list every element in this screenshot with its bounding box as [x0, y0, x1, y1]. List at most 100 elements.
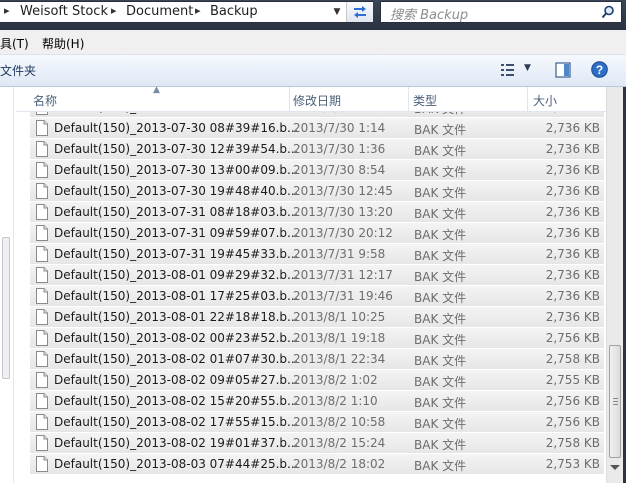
search-placeholder[interactable]: 搜索 Backup — [390, 4, 468, 23]
file-name[interactable]: Default(150)_2013-08-02 09#05#27.b... — [54, 373, 298, 387]
file-modified-date: 2013/7/30 1:14 — [293, 121, 386, 135]
file-row[interactable]: Default(150)_2013-08-02 01#07#30.b... 201… — [30, 349, 604, 370]
file-row[interactable]: Default(150)_2013-08-03 07#44#25.b... 201… — [30, 454, 604, 475]
breadcrumb-separator[interactable]: ▸ — [195, 4, 201, 17]
file-row[interactable]: Default(150)_2013-08-01 22#18#18.b... 201… — [30, 307, 604, 328]
scrollbar-thumb[interactable] — [609, 345, 621, 458]
file-name[interactable]: Default(150)_2013-07-30 08#39#16.b... — [54, 121, 298, 135]
file-row[interactable]: Default(150)_2013-08-02 00#23#52.b... 201… — [30, 328, 604, 349]
file-icon — [36, 225, 48, 241]
file-icon — [36, 351, 48, 367]
file-name[interactable]: Default(150)_2013-07-30 19#48#40.b... — [54, 184, 298, 198]
preview-pane-icon[interactable] — [555, 62, 571, 78]
file-modified-date: 2013/7/30 12:45 — [293, 184, 393, 198]
file-row[interactable]: Default(150)_2013-08-02 19#01#37.b... 201… — [30, 433, 604, 454]
file-name[interactable]: Default(150)_2013-07-31 19#45#33.b... — [54, 247, 298, 261]
file-name[interactable]: Default(150)_2013-08-02 00#23#52.b... — [54, 331, 298, 345]
file-row[interactable]: Default(150)_2013-08-01 17#25#03.b... 201… — [30, 286, 604, 307]
file-row[interactable]: Default(150)_2013-08-02 15#20#55.b... 201… — [30, 391, 604, 412]
file-icon — [36, 141, 48, 157]
file-name[interactable]: Default(150)_2013-08-03 07#44#25.b... — [54, 457, 298, 471]
chevron-down-icon: ▼ — [333, 7, 341, 17]
file-row[interactable]: Default(150)_2013-07-30 19#48#40.b... 201… — [30, 181, 604, 202]
file-name[interactable]: Default(150)_2013-08-02 15#20#55.b... — [54, 394, 298, 408]
file-row[interactable]: Default(150)_2013-07-31 08#18#03.b... 201… — [30, 202, 604, 223]
menu-help[interactable]: 帮助(H) — [42, 35, 84, 52]
file-name[interactable]: Default(150)_2013-08-01 22#18#18.b... — [54, 310, 298, 324]
file-name[interactable]: Default(150)_2013-07-31 08#18#03.b... — [54, 205, 298, 219]
breadcrumb-separator[interactable]: ▸ — [4, 4, 10, 17]
file-row[interactable]: Default(150)_2013-07-30 13#00#09.b... 201… — [30, 160, 604, 181]
menu-tools[interactable]: 具(T) — [0, 35, 29, 52]
column-header-type[interactable]: 类型 — [413, 92, 437, 109]
column-divider[interactable] — [289, 87, 290, 111]
column-header-date[interactable]: 修改日期 — [293, 92, 341, 109]
chevron-down-icon[interactable]: ▼ — [524, 63, 531, 73]
file-name[interactable]: Default(150)_2013-08-01 09#29#32.b... — [54, 268, 298, 282]
file-icon — [36, 120, 48, 136]
svg-text:?: ? — [596, 63, 603, 77]
file-size: 2,758 KB — [545, 352, 600, 366]
file-list: Default(150)_2013-07-30 01#34#36.b... 201… — [16, 112, 606, 483]
file-modified-date: 2013/7/30 8:54 — [293, 163, 386, 177]
search-box[interactable]: 搜索 Backup — [380, 1, 622, 23]
file-size: 2,736 KB — [545, 121, 600, 135]
file-row[interactable]: Default(150)_2013-08-02 17#55#15.b... 201… — [30, 412, 604, 433]
file-name[interactable]: Default(150)_2013-07-30 01#34#36.b... — [54, 112, 298, 114]
file-row[interactable]: Default(150)_2013-07-30 12#39#54.b... 201… — [30, 139, 604, 160]
file-list-pane: ▲ 名称 修改日期 类型 大小 Default(150)_2013-07-30 … — [0, 85, 626, 483]
file-type: BAK 文件 — [414, 438, 467, 452]
file-modified-date: 2013/7/31 19:46 — [293, 289, 393, 303]
file-size: 2,736 KB — [545, 142, 600, 156]
file-row[interactable]: Default(150)_2013-07-30 08#39#16.b... 201… — [30, 118, 604, 139]
file-name[interactable]: Default(150)_2013-08-02 01#07#30.b... — [54, 352, 298, 366]
address-dropdown-button[interactable]: ▼ — [327, 2, 347, 22]
search-icon[interactable] — [601, 5, 615, 19]
file-modified-date: 2013/8/2 1:10 — [293, 394, 378, 408]
vertical-scrollbar[interactable] — [606, 87, 624, 483]
file-name[interactable]: Default(150)_2013-08-02 19#01#37.b... — [54, 436, 298, 450]
navigation-pane-edge — [0, 87, 14, 483]
breadcrumb-weisoft-stock[interactable]: Weisoft Stock — [20, 4, 108, 19]
column-header-name[interactable]: 名称 — [33, 92, 57, 109]
thumb-grip — [613, 401, 618, 402]
file-row[interactable]: Default(150)_2013-07-31 09#59#07.b... 201… — [30, 223, 604, 244]
refresh-button[interactable] — [346, 2, 373, 22]
scroll-down-arrow-icon[interactable] — [610, 465, 620, 470]
file-size: 2,736 KB — [546, 112, 600, 114]
file-icon — [36, 456, 48, 472]
breadcrumb-backup[interactable]: Backup — [210, 4, 258, 19]
address-bar[interactable]: ▸ Weisoft Stock ▸ Document ▸ Backup ▼ — [0, 1, 373, 23]
column-header: ▲ 名称 修改日期 类型 大小 — [16, 85, 606, 112]
file-icon — [36, 435, 48, 451]
nav-scrollbar-thumb[interactable] — [2, 237, 10, 379]
sort-ascending-icon: ▲ — [153, 85, 160, 95]
file-icon — [36, 393, 48, 409]
file-modified-date: 2013/8/1 19:18 — [293, 331, 386, 345]
new-folder-button[interactable]: 文件夹 — [0, 62, 36, 79]
file-size: 2,756 KB — [545, 331, 600, 345]
file-type: BAK 文件 — [414, 207, 467, 221]
file-type: BAK 文件 — [414, 112, 466, 117]
breadcrumb-document[interactable]: Document — [126, 4, 193, 19]
file-row[interactable]: Default(150)_2013-08-01 09#29#32.b... 201… — [30, 265, 604, 286]
breadcrumb-separator[interactable]: ▸ — [111, 4, 117, 17]
file-name[interactable]: Default(150)_2013-07-31 09#59#07.b... — [54, 226, 298, 240]
views-icon[interactable] — [500, 62, 516, 78]
file-row[interactable]: Default(150)_2013-08-02 09#05#27.b... 201… — [30, 370, 604, 391]
file-name[interactable]: Default(150)_2013-07-30 13#00#09.b... — [54, 163, 298, 177]
column-header-size[interactable]: 大小 — [533, 92, 557, 109]
file-name[interactable]: Default(150)_2013-08-02 17#55#15.b... — [54, 415, 298, 429]
file-size: 2,736 KB — [545, 268, 600, 282]
file-name[interactable]: Default(150)_2013-07-30 12#39#54.b... — [54, 142, 298, 156]
file-row[interactable]: Default(150)_2013-07-31 19#45#33.b... 201… — [30, 244, 604, 265]
file-modified-date: 2013/7/30 13:20 — [293, 205, 393, 219]
file-type: BAK 文件 — [414, 270, 467, 284]
file-type: BAK 文件 — [414, 186, 467, 200]
column-divider[interactable] — [527, 87, 528, 111]
file-name[interactable]: Default(150)_2013-08-01 17#25#03.b... — [54, 289, 298, 303]
file-size: 2,736 KB — [545, 226, 600, 240]
file-icon — [36, 267, 48, 283]
column-divider[interactable] — [408, 87, 409, 111]
help-icon[interactable]: ? — [591, 61, 608, 78]
